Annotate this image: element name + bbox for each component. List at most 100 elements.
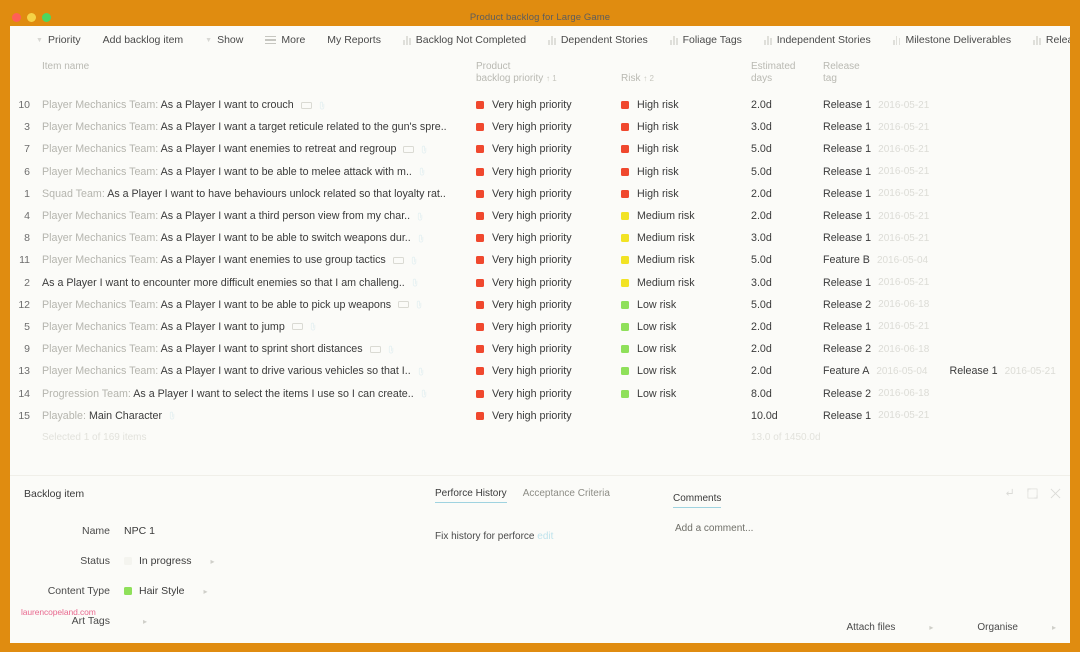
row-risk[interactable]: Medium risk — [621, 254, 751, 266]
row-risk[interactable]: High risk — [621, 99, 751, 111]
field-value[interactable]: NPC 1 — [124, 525, 155, 537]
row-item-name[interactable]: Player Mechanics Team: As a Player I wan… — [36, 121, 476, 133]
row-estimated-days[interactable]: 5.0d — [751, 254, 823, 266]
row-estimated-days[interactable]: 3.0d — [751, 121, 823, 133]
col-header-risk[interactable]: Risk ↑ 2 — [621, 61, 751, 85]
table-row[interactable]: 13 Player Mechanics Team: As a Player I w… — [10, 360, 1070, 382]
row-priority[interactable]: Very high priority — [476, 254, 621, 266]
row-item-name[interactable]: Squad Team: As a Player I want to have b… — [36, 188, 476, 200]
row-priority[interactable]: Very high priority — [476, 143, 621, 155]
release-tag[interactable]: Release 1 2016-05-21 — [823, 232, 929, 244]
row-priority[interactable]: Very high priority — [476, 188, 621, 200]
toolbar-item-more[interactable]: More — [254, 34, 316, 46]
table-row[interactable]: 9 Player Mechanics Team: As a Player I wa… — [10, 338, 1070, 360]
row-risk[interactable]: Low risk — [621, 365, 751, 377]
row-priority[interactable]: Very high priority — [476, 388, 621, 400]
toolbar-item-backlog-not-completed[interactable]: Backlog Not Completed — [392, 34, 537, 46]
release-tag[interactable]: Release 1 2016-05-21 — [823, 277, 929, 289]
release-tag[interactable]: Release 1 2016-05-21 — [823, 210, 929, 222]
release-tag[interactable]: Release 2 2016-06-18 — [823, 299, 929, 311]
col-header-estimated-days[interactable]: Estimated days — [751, 61, 823, 85]
table-row[interactable]: 14 Progression Team: As a Player I want t… — [10, 382, 1070, 404]
row-risk[interactable]: Low risk — [621, 388, 751, 400]
chevron-down-icon[interactable]: ▸ — [1052, 623, 1056, 632]
col-header-release-tag[interactable]: Release tag — [823, 61, 1070, 85]
footer-action-organise[interactable]: Organise ▸ — [977, 622, 1056, 633]
row-item-name[interactable]: Progression Team: As a Player I want to … — [36, 388, 476, 400]
row-item-name[interactable]: Player Mechanics Team: As a Player I wan… — [36, 143, 476, 155]
release-tag[interactable]: Release 2 2016-06-18 — [823, 343, 929, 355]
row-risk[interactable]: High risk — [621, 121, 751, 133]
toolbar-item-my-reports[interactable]: My Reports — [316, 34, 392, 46]
row-estimated-days[interactable]: 2.0d — [751, 365, 823, 377]
row-priority[interactable]: Very high priority — [476, 410, 621, 422]
window-controls[interactable] — [12, 13, 51, 22]
table-row[interactable]: 10 Player Mechanics Team: As a Player I w… — [10, 94, 1070, 116]
table-row[interactable]: 5 Player Mechanics Team: As a Player I wa… — [10, 316, 1070, 338]
zoom-window-button[interactable] — [42, 13, 51, 22]
row-item-name[interactable]: Player Mechanics Team: As a Player I wan… — [36, 232, 476, 244]
release-tag[interactable]: Feature B 2016-05-04 — [823, 254, 928, 266]
row-item-name[interactable]: As a Player I want to encounter more dif… — [36, 277, 476, 289]
row-priority[interactable]: Very high priority — [476, 99, 621, 111]
row-risk[interactable]: High risk — [621, 143, 751, 155]
chevron-right-icon[interactable]: ▸ — [211, 557, 215, 566]
row-item-name[interactable]: Player Mechanics Team: As a Player I wan… — [36, 343, 476, 355]
row-risk[interactable]: Medium risk — [621, 277, 751, 289]
toolbar-item-show[interactable]: ▼ Show — [194, 34, 254, 46]
row-estimated-days[interactable]: 2.0d — [751, 343, 823, 355]
row-item-name[interactable]: Player Mechanics Team: As a Player I wan… — [36, 321, 476, 333]
row-estimated-days[interactable]: 8.0d — [751, 388, 823, 400]
row-estimated-days[interactable]: 5.0d — [751, 166, 823, 178]
row-estimated-days[interactable]: 3.0d — [751, 277, 823, 289]
toolbar-item-foliage-tags[interactable]: Foliage Tags — [659, 34, 753, 46]
row-priority[interactable]: Very high priority — [476, 343, 621, 355]
row-priority[interactable]: Very high priority — [476, 121, 621, 133]
toolbar-item-priority[interactable]: ▼ Priority — [22, 34, 92, 46]
row-risk[interactable]: Low risk — [621, 343, 751, 355]
row-estimated-days[interactable]: 3.0d — [751, 232, 823, 244]
toolbar-item-add-backlog-item[interactable]: Add backlog item — [92, 34, 195, 46]
tab-perforce-history[interactable]: Perforce History — [435, 488, 507, 503]
close-window-button[interactable] — [12, 13, 21, 22]
table-row[interactable]: 11 Player Mechanics Team: As a Player I w… — [10, 249, 1070, 271]
table-row[interactable]: 8 Player Mechanics Team: As a Player I wa… — [10, 227, 1070, 249]
row-estimated-days[interactable]: 2.0d — [751, 99, 823, 111]
row-item-name[interactable]: Player Mechanics Team: As a Player I wan… — [36, 99, 476, 111]
field-name[interactable]: Name NPC 1 — [24, 516, 414, 546]
release-tag[interactable]: Feature A 2016-05-04 — [823, 365, 928, 377]
row-risk[interactable]: Medium risk — [621, 210, 751, 222]
release-tag[interactable]: Release 1 2016-05-21 — [950, 365, 1056, 377]
release-tag[interactable]: Release 1 2016-05-21 — [823, 143, 929, 155]
row-item-name[interactable]: Player Mechanics Team: As a Player I wan… — [36, 166, 476, 178]
tab-acceptance-criteria[interactable]: Acceptance Criteria — [523, 488, 610, 503]
chevron-down-icon[interactable]: ▸ — [929, 623, 933, 632]
row-estimated-days[interactable]: 5.0d — [751, 299, 823, 311]
field-value[interactable]: Hair Style ▸ — [124, 585, 208, 597]
row-risk[interactable]: High risk — [621, 188, 751, 200]
row-item-name[interactable]: Playable: Main Character — [36, 410, 476, 422]
row-item-name[interactable]: Player Mechanics Team: As a Player I wan… — [36, 365, 476, 377]
table-row[interactable]: 4 Player Mechanics Team: As a Player I wa… — [10, 205, 1070, 227]
field-content-type[interactable]: Content Type Hair Style ▸ — [24, 576, 414, 606]
table-row[interactable]: 6 Player Mechanics Team: As a Player I wa… — [10, 161, 1070, 183]
table-row[interactable]: 1 Squad Team: As a Player I want to have … — [10, 183, 1070, 205]
row-item-name[interactable]: Player Mechanics Team: As a Player I wan… — [36, 254, 476, 266]
table-row[interactable]: 12 Player Mechanics Team: As a Player I w… — [10, 294, 1070, 316]
chevron-right-icon[interactable]: ▸ — [143, 617, 147, 626]
table-row[interactable]: 7 Player Mechanics Team: As a Player I wa… — [10, 138, 1070, 160]
footer-action-attach-files[interactable]: Attach files ▸ — [846, 622, 933, 633]
field-value[interactable]: In progress ▸ — [124, 555, 215, 567]
row-item-name[interactable]: Player Mechanics Team: As a Player I wan… — [36, 210, 476, 222]
row-risk[interactable]: Medium risk — [621, 232, 751, 244]
row-priority[interactable]: Very high priority — [476, 321, 621, 333]
release-tag[interactable]: Release 1 2016-05-21 — [823, 321, 929, 333]
expand-icon[interactable] — [1027, 488, 1038, 499]
field-sprint[interactable]: SprintAssets Iteration 1▸ — [24, 636, 414, 643]
table-row[interactable]: 2 As a Player I want to encounter more di… — [10, 272, 1070, 294]
row-priority[interactable]: Very high priority — [476, 210, 621, 222]
add-comment-input[interactable]: Add a comment... — [675, 523, 973, 534]
close-icon[interactable] — [1050, 488, 1061, 499]
row-priority[interactable]: Very high priority — [476, 299, 621, 311]
row-priority[interactable]: Very high priority — [476, 232, 621, 244]
